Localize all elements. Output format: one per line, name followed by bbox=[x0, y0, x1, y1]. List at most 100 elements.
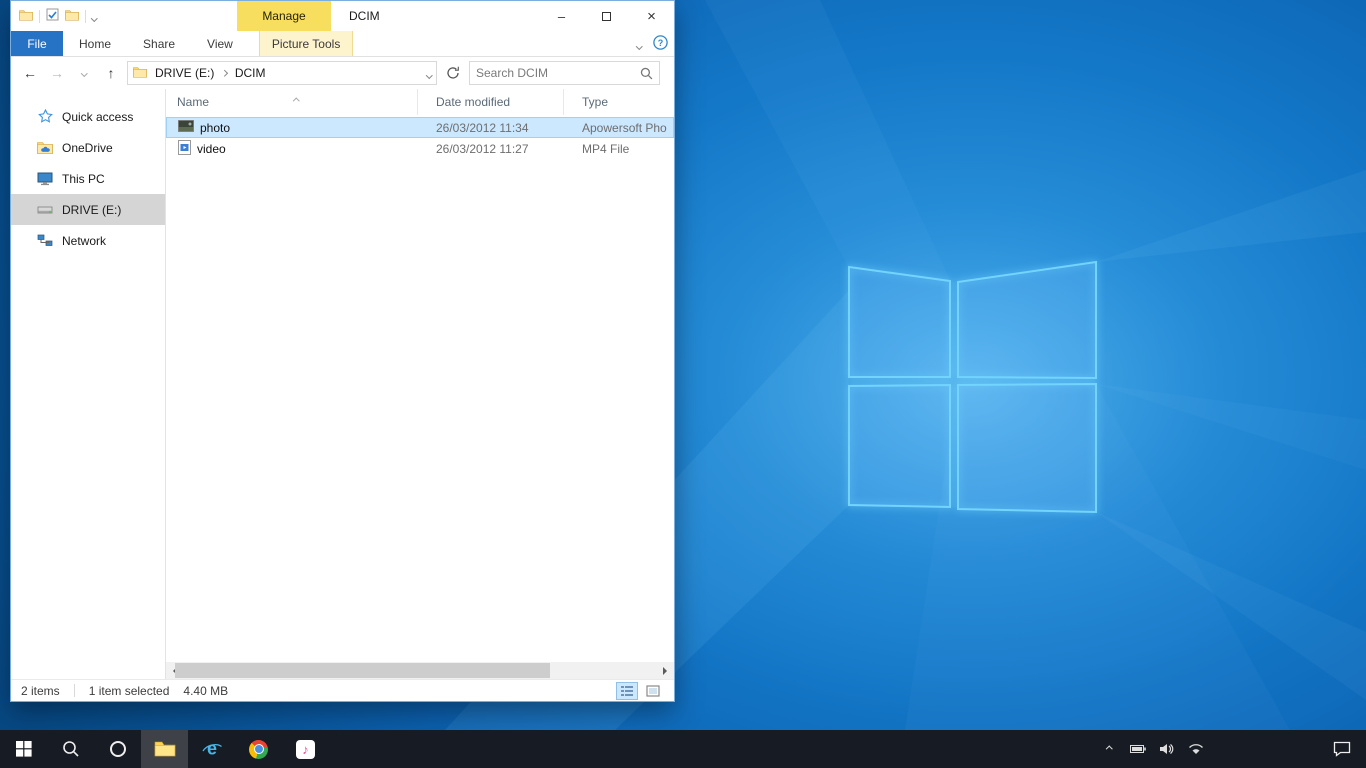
taskbar-internet-explorer-button[interactable]: e bbox=[188, 730, 235, 768]
drive-icon bbox=[37, 204, 53, 216]
view-switcher bbox=[616, 682, 664, 700]
toolbar-separator bbox=[85, 10, 86, 23]
checkmark-icon[interactable] bbox=[46, 8, 59, 24]
chrome-icon bbox=[249, 740, 268, 759]
column-header-date-modified[interactable]: Date modified bbox=[418, 89, 564, 115]
tab-home[interactable]: Home bbox=[63, 31, 127, 56]
sidebar-item-this-pc[interactable]: This PC bbox=[11, 163, 165, 194]
system-tray bbox=[1099, 730, 1366, 768]
folder-properties-icon[interactable] bbox=[19, 9, 33, 24]
sidebar-item-quick-access[interactable]: Quick access bbox=[11, 101, 165, 132]
close-button[interactable]: × bbox=[629, 1, 674, 31]
itunes-icon: ♪ bbox=[296, 740, 315, 759]
sidebar-item-label: OneDrive bbox=[62, 141, 113, 155]
ribbon-tab-bar: File Home Share View Picture Tools ? bbox=[11, 31, 674, 57]
photo-thumbnail-icon bbox=[178, 120, 194, 135]
scroll-right-arrow[interactable] bbox=[657, 662, 674, 679]
sidebar-item-drive-e[interactable]: DRIVE (E:) bbox=[11, 194, 165, 225]
recent-locations-button[interactable] bbox=[73, 62, 95, 84]
speaker-icon bbox=[1160, 743, 1174, 755]
forward-button[interactable]: → bbox=[46, 62, 68, 84]
expand-ribbon-chevron-icon[interactable] bbox=[637, 37, 642, 51]
internet-explorer-icon: e bbox=[201, 738, 223, 760]
start-button[interactable] bbox=[0, 730, 47, 768]
taskbar-chrome-button[interactable] bbox=[235, 730, 282, 768]
network-indicator[interactable] bbox=[1186, 739, 1206, 759]
navigation-bar: ← → ↑ DRIVE (E:) DCIM bbox=[11, 57, 674, 89]
volume-indicator[interactable] bbox=[1157, 739, 1177, 759]
breadcrumb-separator-icon[interactable] bbox=[221, 70, 227, 76]
cortana-button[interactable] bbox=[94, 730, 141, 768]
right-triangle-icon bbox=[663, 667, 671, 675]
selection-count: 1 item selected bbox=[89, 684, 170, 698]
column-header-name[interactable]: Name bbox=[166, 89, 418, 115]
taskbar: e ♪ bbox=[0, 730, 1366, 768]
toolbar-separator bbox=[39, 10, 40, 23]
thumbnails-view-icon bbox=[646, 685, 660, 697]
status-separator bbox=[74, 684, 75, 697]
scrollbar-thumb[interactable] bbox=[175, 663, 550, 678]
sidebar-item-label: This PC bbox=[62, 172, 105, 186]
sidebar-item-onedrive[interactable]: OneDrive bbox=[11, 132, 165, 163]
maximize-icon bbox=[602, 12, 611, 21]
svg-text:e: e bbox=[206, 739, 216, 759]
item-count: 2 items bbox=[21, 684, 60, 698]
taskbar-search-button[interactable] bbox=[47, 730, 94, 768]
sidebar-item-label: DRIVE (E:) bbox=[62, 203, 121, 217]
quick-access-toolbar bbox=[19, 1, 97, 31]
file-explorer-icon bbox=[154, 740, 176, 758]
file-row-video[interactable]: video 26/03/2012 11:27 MP4 File bbox=[166, 138, 674, 159]
status-bar: 2 items 1 item selected 4.40 MB bbox=[11, 679, 674, 701]
battery-indicator[interactable] bbox=[1128, 739, 1148, 759]
refresh-button[interactable] bbox=[442, 62, 464, 84]
search-box[interactable] bbox=[469, 61, 660, 85]
details-view-icon bbox=[620, 685, 634, 697]
address-bar[interactable]: DRIVE (E:) DCIM bbox=[127, 61, 437, 85]
sidebar-item-label: Network bbox=[62, 234, 106, 248]
show-hidden-icons-button[interactable] bbox=[1099, 739, 1119, 759]
help-icon[interactable]: ? bbox=[653, 35, 668, 53]
taskbar-itunes-button[interactable]: ♪ bbox=[282, 730, 329, 768]
file-type: MP4 File bbox=[564, 142, 674, 156]
tab-view[interactable]: View bbox=[191, 31, 249, 56]
tab-picture-tools[interactable]: Picture Tools bbox=[259, 31, 353, 56]
tab-file[interactable]: File bbox=[11, 31, 63, 56]
sidebar-item-network[interactable]: Network bbox=[11, 225, 165, 256]
sort-ascending-icon bbox=[294, 92, 299, 106]
minimize-icon: – bbox=[558, 9, 565, 24]
wifi-icon bbox=[1188, 743, 1204, 755]
start-icon bbox=[16, 741, 32, 757]
chevron-up-icon bbox=[1106, 746, 1112, 752]
column-header-type[interactable]: Type bbox=[564, 89, 674, 115]
maximize-button[interactable] bbox=[584, 1, 629, 31]
customize-toolbar-chevron-icon[interactable] bbox=[92, 9, 97, 23]
file-list-area: Name Date modified Type photo 26/03/2012… bbox=[166, 89, 674, 679]
search-icon bbox=[62, 740, 80, 758]
file-date-modified: 26/03/2012 11:27 bbox=[418, 142, 564, 156]
chevron-down-icon bbox=[81, 70, 87, 76]
breadcrumb-current[interactable]: DCIM bbox=[231, 66, 270, 80]
breadcrumb-root[interactable]: DRIVE (E:) bbox=[151, 66, 218, 80]
video-file-icon bbox=[178, 140, 191, 158]
thumbnails-view-button[interactable] bbox=[642, 682, 664, 700]
horizontal-scrollbar[interactable] bbox=[166, 662, 674, 679]
new-folder-icon[interactable] bbox=[65, 9, 79, 24]
search-input[interactable] bbox=[476, 66, 640, 80]
up-arrow-icon: ↑ bbox=[108, 65, 115, 81]
manage-contextual-tab[interactable]: Manage bbox=[237, 1, 331, 31]
back-button[interactable]: ← bbox=[19, 62, 41, 84]
file-explorer-window: Manage DCIM – × File Home Share View Pic… bbox=[10, 0, 675, 702]
tab-share[interactable]: Share bbox=[127, 31, 191, 56]
navigation-pane: Quick access OneDrive This PC DRIVE (E:) bbox=[11, 89, 166, 679]
file-row-photo[interactable]: photo 26/03/2012 11:34 Apowersoft Pho bbox=[166, 117, 674, 138]
close-icon: × bbox=[647, 8, 656, 25]
taskbar-file-explorer-button[interactable] bbox=[141, 730, 188, 768]
up-button[interactable]: ↑ bbox=[100, 62, 122, 84]
minimize-button[interactable]: – bbox=[539, 1, 584, 31]
sidebar-item-label: Quick access bbox=[62, 110, 133, 124]
address-dropdown-chevron-icon[interactable] bbox=[427, 66, 432, 80]
details-view-button[interactable] bbox=[616, 682, 638, 700]
battery-icon bbox=[1130, 744, 1147, 754]
forward-arrow-icon: → bbox=[50, 65, 64, 81]
action-center-button[interactable] bbox=[1332, 739, 1352, 759]
